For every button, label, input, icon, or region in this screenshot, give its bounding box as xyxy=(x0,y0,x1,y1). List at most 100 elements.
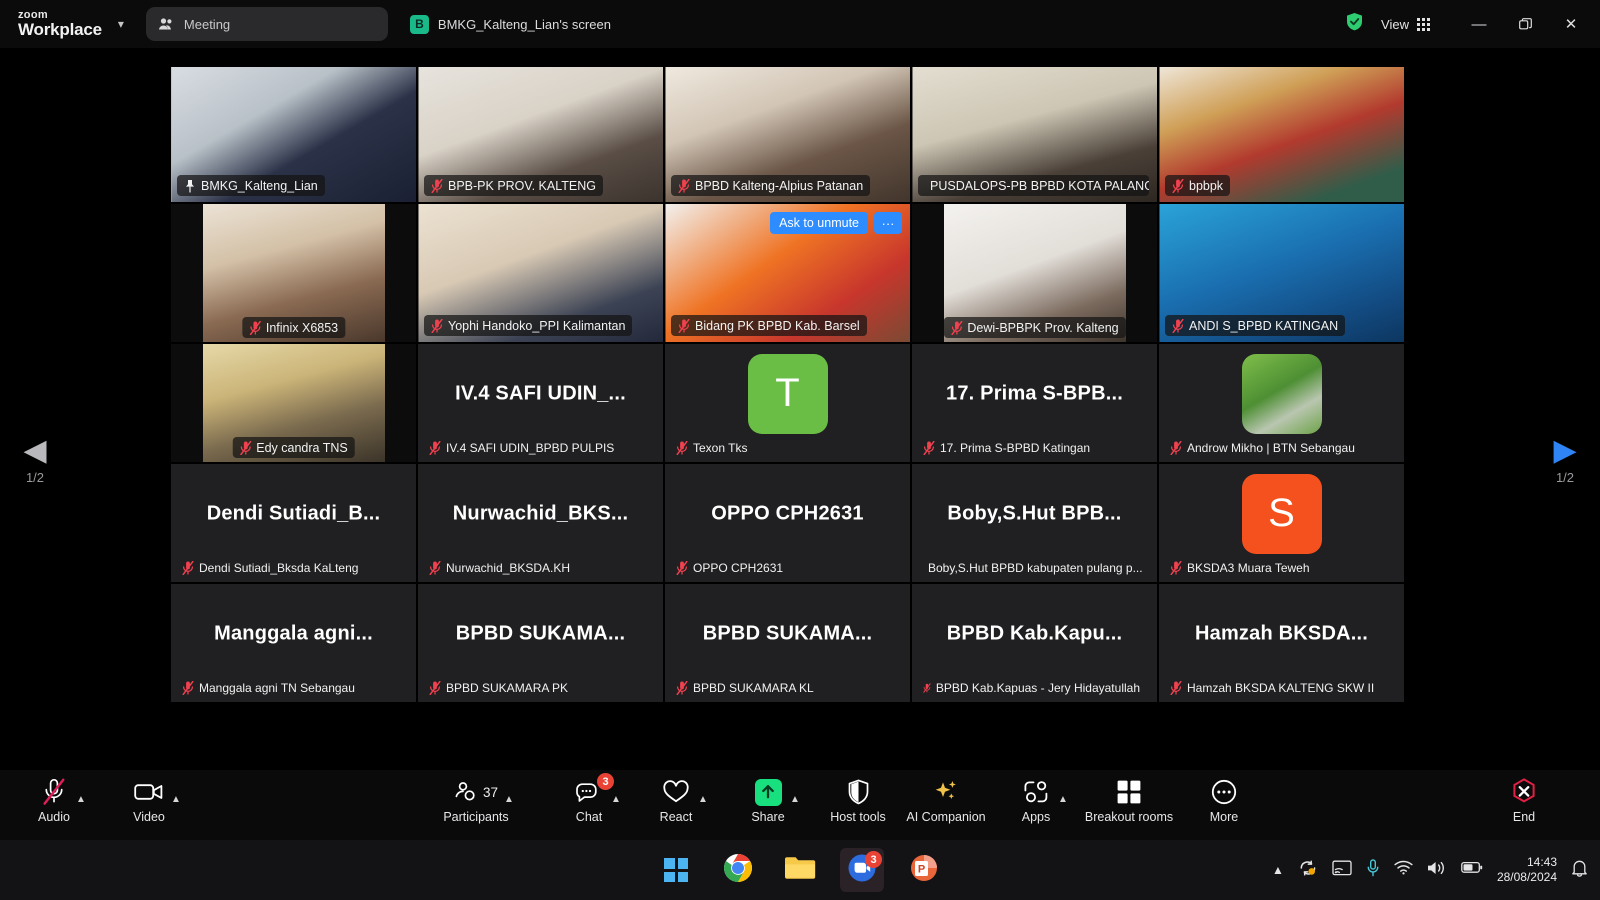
participants-chevron-up-icon[interactable]: ▲ xyxy=(504,794,514,805)
participant-tile[interactable]: BPBD SUKAMA...BPBD SUKAMARA PK xyxy=(418,584,663,702)
notification-bell-icon[interactable] xyxy=(1571,859,1588,882)
ask-to-unmute-button[interactable]: Ask to unmute xyxy=(770,212,868,234)
sparkle-icon xyxy=(932,776,960,808)
previous-page-button[interactable]: ◀ 1/2 xyxy=(5,438,65,485)
chevron-down-icon[interactable]: ▾ xyxy=(118,17,124,31)
wifi-icon[interactable] xyxy=(1394,860,1413,880)
participant-tile[interactable]: ANDI S_BPBD KATINGAN xyxy=(1159,204,1404,342)
participant-display-name: BPBD SUKAMA... xyxy=(418,622,663,645)
restore-button[interactable] xyxy=(1502,0,1548,48)
system-tray: ▲ 14:43 28/08/2024 xyxy=(1272,840,1588,900)
participant-tile[interactable]: OPPO CPH2631OPPO CPH2631 xyxy=(665,464,910,582)
participant-tile[interactable]: Infinix X6853 xyxy=(171,204,416,342)
participant-tile[interactable]: Edy candra TNS xyxy=(171,344,416,462)
start-button[interactable] xyxy=(654,848,698,892)
end-label: End xyxy=(1513,810,1535,824)
next-page-button[interactable]: ▶ 1/2 xyxy=(1535,438,1595,485)
react-button[interactable]: React▲ xyxy=(630,776,722,824)
mic-off-icon xyxy=(429,681,441,695)
participant-tile[interactable]: Ask to unmute···Bidang PK BPBD Kab. Bars… xyxy=(665,204,910,342)
participant-name-label: Nurwachid_BKSDA.KH xyxy=(422,557,577,578)
chat-chevron-up-icon[interactable]: ▲ xyxy=(611,794,621,805)
mic-off-icon xyxy=(676,681,688,695)
participant-tile[interactable]: bpbpk xyxy=(1159,67,1404,202)
meeting-tab[interactable]: Meeting xyxy=(146,7,388,41)
participant-tile[interactable]: Hamzah BKSDA...Hamzah BKSDA KALTENG SKW … xyxy=(1159,584,1404,702)
participant-tile[interactable]: BPBD SUKAMA...BPBD SUKAMARA KL xyxy=(665,584,910,702)
participant-name-text: BPBD Kalteng-Alpius Patanan xyxy=(695,179,863,193)
participant-name-label: Texon Tks xyxy=(669,437,754,458)
participant-display-name: BPBD Kab.Kapu... xyxy=(912,622,1157,645)
minimize-button[interactable]: — xyxy=(1456,0,1502,48)
participant-tile[interactable]: BPBD Kab.Kapu...BPBD Kab.Kapuas - Jery H… xyxy=(912,584,1157,702)
participant-name-text: OPPO CPH2631 xyxy=(693,561,783,575)
powerpoint-taskbar[interactable]: P xyxy=(902,848,946,892)
participant-tile[interactable]: SBKSDA3 Muara Teweh xyxy=(1159,464,1404,582)
view-button[interactable]: View xyxy=(1381,17,1430,32)
participant-tile[interactable]: BPBD Kalteng-Alpius Patanan xyxy=(665,67,910,202)
volume-icon[interactable] xyxy=(1427,860,1447,881)
participant-tile[interactable]: BPB-PK PROV. KALTENG xyxy=(418,67,663,202)
meeting-tab-label: Meeting xyxy=(184,17,230,32)
video-button[interactable]: Video▲ xyxy=(103,776,195,824)
participant-display-name: Dendi Sutiadi_B... xyxy=(171,502,416,525)
apps-chevron-up-icon[interactable]: ▲ xyxy=(1058,794,1068,805)
end-meeting-button[interactable]: End xyxy=(1478,776,1570,824)
svg-text:P: P xyxy=(918,863,925,875)
clock[interactable]: 14:43 28/08/2024 xyxy=(1497,855,1557,885)
screen-share-tab[interactable]: B BMKG_Kalteng_Lian's screen xyxy=(410,15,611,34)
participant-tile[interactable]: IV.4 SAFI UDIN_...IV.4 SAFI UDIN_BPBD PU… xyxy=(418,344,663,462)
chrome-taskbar[interactable] xyxy=(716,848,760,892)
video-chevron-up-icon[interactable]: ▲ xyxy=(171,794,181,805)
share-button[interactable]: Share▲ xyxy=(722,776,814,824)
companion-button[interactable]: AI Companion xyxy=(900,776,992,824)
participant-tile[interactable]: BMKG_Kalteng_Lian xyxy=(171,67,416,202)
breakout-button[interactable]: Breakout rooms xyxy=(1083,776,1175,824)
chat-button[interactable]: 3Chat▲ xyxy=(543,776,635,824)
audio-chevron-up-icon[interactable]: ▲ xyxy=(76,794,86,805)
participant-tile[interactable]: Androw Mikho | BTN Sebangau xyxy=(1159,344,1404,462)
participant-tile[interactable]: Yophi Handoko_PPI Kalimantan xyxy=(418,204,663,342)
participant-row: Infinix X6853 Yophi Handoko_PPI Kalimanta… xyxy=(171,204,1426,342)
audio-button[interactable]: Audio▲ xyxy=(8,776,100,824)
microphone-icon[interactable] xyxy=(1366,859,1380,882)
participant-tile[interactable]: TTexon Tks xyxy=(665,344,910,462)
camera-icon xyxy=(134,776,164,808)
zoom-logo: zoom Workplace xyxy=(18,10,102,38)
participant-tile[interactable]: Manggala agni...Manggala agni TN Sebanga… xyxy=(171,584,416,702)
mic-off-icon xyxy=(431,179,443,193)
participant-tile[interactable]: Nurwachid_BKS...Nurwachid_BKSDA.KH xyxy=(418,464,663,582)
encryption-shield-icon[interactable] xyxy=(1346,12,1363,36)
chat-label: Chat xyxy=(576,810,602,824)
participant-grid: BMKG_Kalteng_LianBPB-PK PROV. KALTENG BPB… xyxy=(171,67,1426,702)
chevron-up-icon[interactable]: ▲ xyxy=(1272,863,1284,877)
participant-tile[interactable]: Dewi-BPBPK Prov. Kalteng xyxy=(912,204,1157,342)
participant-name-text: 17. Prima S-BPBD Katingan xyxy=(940,441,1090,455)
explorer-taskbar[interactable] xyxy=(778,848,822,892)
participant-name-text: Yophi Handoko_PPI Kalimantan xyxy=(448,319,625,333)
participant-name-text: Nurwachid_BKSDA.KH xyxy=(446,561,570,575)
participant-tile[interactable]: Dendi Sutiadi_B...Dendi Sutiadi_Bksda Ka… xyxy=(171,464,416,582)
battery-icon[interactable] xyxy=(1461,861,1483,879)
react-chevron-up-icon[interactable]: ▲ xyxy=(698,794,708,805)
participant-name-text: Edy candra TNS xyxy=(256,441,347,455)
grid-view-icon xyxy=(1417,18,1430,31)
cast-icon[interactable] xyxy=(1332,860,1352,881)
participant-more-button[interactable]: ··· xyxy=(874,212,902,234)
participants-button[interactable]: 37Participants▲ xyxy=(430,776,522,824)
participant-name-label: IV.4 SAFI UDIN_BPBD PULPIS xyxy=(422,437,621,458)
close-button[interactable]: ✕ xyxy=(1548,0,1594,48)
zoom-taskbar[interactable]: 3 xyxy=(840,848,884,892)
participant-tile[interactable]: Boby,S.Hut BPB...Boby,S.Hut BPBD kabupat… xyxy=(912,464,1157,582)
share-chevron-up-icon[interactable]: ▲ xyxy=(790,794,800,805)
hosttools-button[interactable]: Host tools xyxy=(812,776,904,824)
participant-tile[interactable]: PUSDALOPS-PB BPBD KOTA PALANG... xyxy=(912,67,1157,202)
apps-button[interactable]: Apps▲ xyxy=(990,776,1082,824)
chrome-icon xyxy=(723,853,753,888)
more-button[interactable]: More xyxy=(1178,776,1270,824)
view-label: View xyxy=(1381,17,1409,32)
title-bar-controls: View — ✕ xyxy=(1346,0,1600,48)
participant-tile[interactable]: 17. Prima S-BPB...17. Prima S-BPBD Katin… xyxy=(912,344,1157,462)
mic-off-icon xyxy=(1170,681,1182,695)
sync-icon[interactable] xyxy=(1298,859,1318,882)
